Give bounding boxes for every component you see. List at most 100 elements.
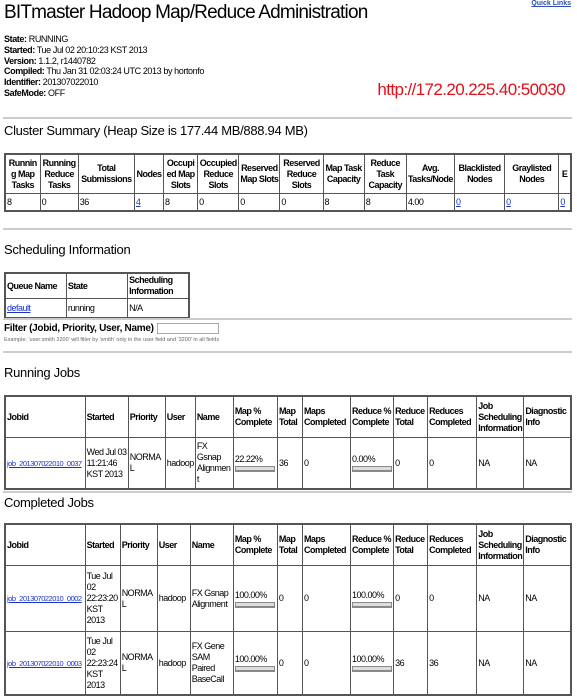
cell: NA [476,565,525,632]
cell: 0 [453,193,506,212]
column-header: Maps Completed [301,395,352,438]
header-row: Jobid Started Priority User Name Map % Comple… [4,523,572,566]
progress-bar [234,601,275,608]
divider [3,491,572,493]
divider [3,117,572,119]
cell: NA [523,631,572,696]
job-id-link[interactable]: job_201307022010_0037 [7,459,82,468]
column-header: Job Scheduling Information [476,523,525,566]
info-line: Started: Tue Jul 02 20:10:23 KST 2013 [4,45,204,56]
cell: 0 [279,193,324,212]
info-line: Compiled: Thu Jan 31 02:03:24 UTC 2013 b… [4,66,204,77]
percent-text: 100.00% [234,589,268,600]
cell: 4 [133,193,165,212]
page-title: BITmaster Hadoop Map/Reduce Administrati… [4,2,368,23]
cell: 36 [276,437,303,490]
column-header: Reduce Task Capacity [363,153,407,194]
column-header: State [65,272,129,299]
column-header: Started [84,523,121,566]
info-label: Compiled: [4,66,45,77]
cell: NORMAL [119,631,158,696]
info-value: 201307022010 [42,77,99,88]
cell: default [4,298,67,319]
column-header: Occupied Reduce Slots [197,153,240,194]
column-header: Queue Name [4,272,67,299]
header-row: Queue Name State Scheduling Information [4,272,190,299]
job-id-link[interactable]: job_201307022010_0002 [7,594,82,603]
header-row: Running Map Tasks Running Reduce Tasks Tot… [4,153,572,194]
cell: hadoop [156,565,191,632]
cell: 0.00% [350,437,395,490]
cell: Wed Jul 03 11:21:46 KST 2013 [84,437,129,490]
info-label: Version: [4,55,37,66]
cell: 8 [363,193,407,212]
column-header: Scheduling Information [127,272,190,299]
column-header: Maps Completed [301,523,352,566]
cell: running [65,298,129,319]
cell: 0 [197,193,240,212]
cell-link[interactable]: 0 [560,197,565,207]
column-header: Reduces Completed [427,523,478,566]
cell: 0 [238,193,281,212]
header-row: Jobid Started Priority User Name Map % Comple… [4,395,572,438]
column-header: Reduces Completed [427,395,478,438]
cell: 0 [427,565,478,632]
scheduling-heading: Scheduling Information [4,242,131,257]
cell-link[interactable]: 0 [456,197,461,207]
cell: 0 [301,437,352,490]
column-header: Reduce Total [393,523,429,566]
progress-bar [234,466,275,472]
info-value: 1.1.2, r1440782 [38,55,96,66]
column-header: Map % Complete [232,523,278,566]
column-header: Jobid [4,523,86,566]
quick-links-link[interactable]: Quick Links [531,0,571,7]
cell: Tue Jul 02 22:23:20 KST 2013 [84,565,121,632]
job-row: job_201307022010_0037 Wed Jul 03 11:21:46… [4,437,572,490]
column-header: Nodes [133,153,165,194]
url-annotation: http://172.20.225.40:50030 [377,80,565,99]
filter-label: Filter (Jobid, Priority, User, Name) [4,323,154,335]
column-header: Blacklisted Nodes [453,153,506,194]
cell: NORMAL [119,565,158,632]
cluster-summary-heading: Cluster Summary (Heap Size is 177.44 MB/… [4,123,308,138]
cell: NA [476,631,525,696]
queue-link[interactable]: default [7,303,31,313]
cell-link[interactable]: 4 [136,197,141,207]
cell: 8 [322,193,365,212]
filter-example: Example: 'user:smith 3200' will filter b… [4,337,220,343]
progress-bar [352,601,393,608]
cell: job_201307022010_0037 [4,437,86,490]
cell: NA [476,437,525,490]
cell: 0 [39,193,79,212]
cell: 0 [276,565,303,632]
info-line: Identifier: 201307022010 [4,77,204,88]
info-value: RUNNING [28,34,69,44]
percent-text: 22.22% [234,454,263,464]
column-header: Map Task Capacity [322,153,365,194]
info-value: Thu Jan 31 02:03:24 UTC 2013 by hortonfo [46,66,204,77]
column-header: Reserved Reduce Slots [279,153,324,194]
table-row: 8 0 36 4 8 0 0 0 8 8 4.00 0 0 0 [4,193,572,212]
scheduling-table: Queue Name State Scheduling Information def… [4,272,190,319]
cell-link[interactable]: 0 [506,197,511,207]
divider [3,351,572,353]
column-header: Total Submissions [77,153,135,194]
cell: N/A [127,298,190,319]
column-header: Map % Complete [232,395,278,438]
running-jobs-heading: Running Jobs [4,365,80,380]
column-header: Reduce Total [393,395,429,438]
completed-jobs-heading: Completed Jobs [4,495,94,510]
cell: NORMAL [127,437,166,490]
cell: 0 [504,193,560,212]
filter-input[interactable] [156,323,219,334]
cell: job_201307022010_0003 [4,631,86,696]
completed-jobs-table: Jobid Started Priority User Name Map % Comple… [4,523,572,696]
column-header: Occupied Map Slots [163,153,199,194]
cell: Tue Jul 02 22:23:24 KST 2013 [84,631,121,696]
column-header: Running Reduce Tasks [39,153,79,194]
percent-text: 100.00% [234,654,268,664]
info-label: State: [4,34,27,44]
running-jobs-table: Jobid Started Priority User Name Map % Comple… [4,395,572,490]
percent-text: 0.00% [352,454,376,464]
job-id-link[interactable]: job_201307022010_0003 [7,659,82,668]
